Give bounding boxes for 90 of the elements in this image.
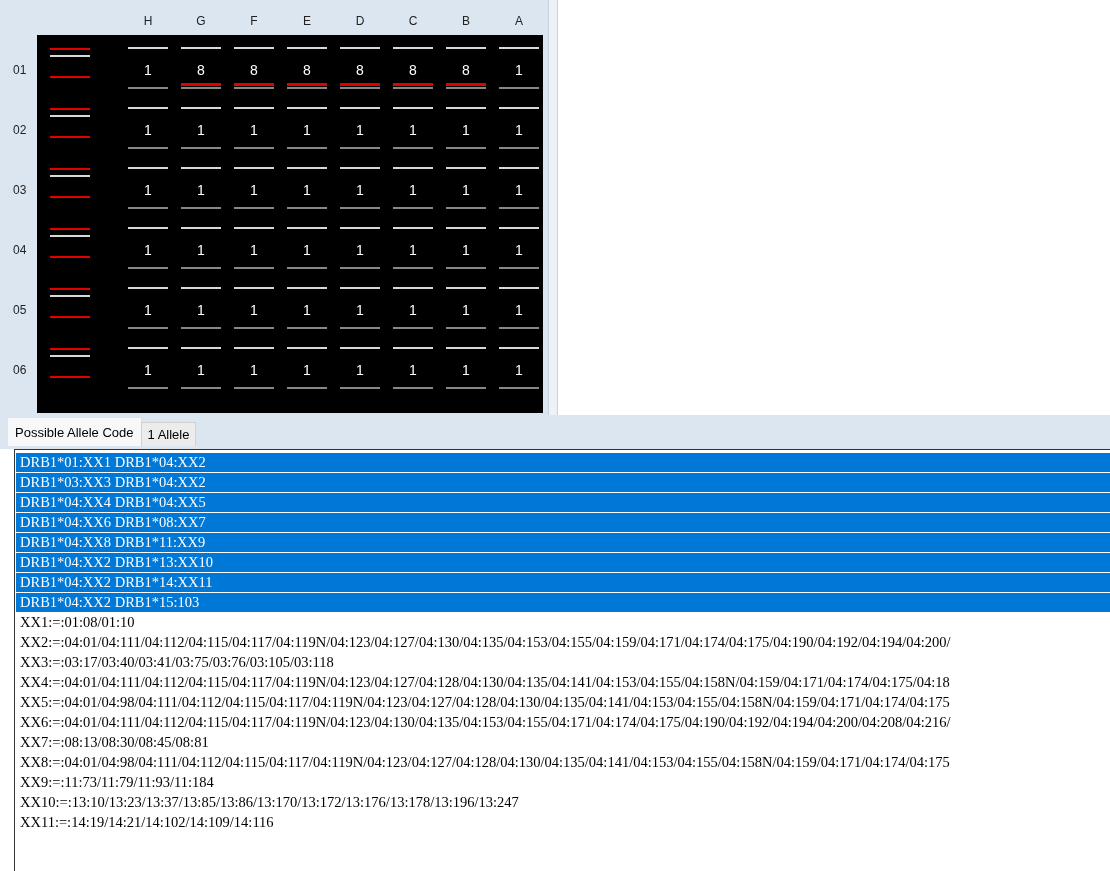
well-value: 1 [144,181,152,199]
well-value: 1 [197,301,205,319]
well-value: 1 [356,301,364,319]
well-value: 1 [303,301,311,319]
allele-list[interactable] [14,449,1110,871]
well-value: 1 [197,361,205,379]
list-item[interactable]: XX10:=:13:10/13:23/13:37/13:85/13:86/13:170/13:172/13:176/13:178/13:196/13:247 [16,793,1110,812]
list-item[interactable]: DRB1*04:XX8 DRB1*11:XX9 [16,533,1110,552]
column-header: F [249,13,259,28]
list-item[interactable]: DRB1*04:XX2 DRB1*15:103 [16,593,1110,612]
tab[interactable]: Possible Allele Code [8,418,141,446]
well-value: 1 [409,121,417,139]
list-item[interactable]: DRB1*04:XX6 DRB1*08:XX7 [16,513,1110,532]
well-value: 1 [409,181,417,199]
well-value: 1 [144,61,152,79]
row-label: 05 [13,303,27,317]
row-label: 06 [13,363,27,377]
ladder-drawing [50,348,90,378]
list-item[interactable]: DRB1*04:XX4 DRB1*04:XX5 [16,493,1110,512]
row-label: 01 [13,63,27,77]
list-item[interactable]: XX4:=:04:01/04:111/04:112/04:115/04:117/04:119N/04:123/04:127/04:128/04:130/04:135/04:141/04:153/04:155/04:158N/04:159/04:171/04:174/04:175/04:18 [16,673,1110,692]
well-value: 1 [515,61,523,79]
well-value: 1 [515,181,523,199]
column-header: C [407,13,419,28]
list-item[interactable]: XX7:=:08:13/08:30/08:45/08:81 [16,733,1110,752]
list-item[interactable]: XX5:=:04:01/04:98/04:111/04:112/04:115/04:117/04:119N/04:123/04:127/04:128/04:130/04:135/04:141/04:153/04:155/04:158N/04:159/04:171/04:174/04:175 [16,693,1110,712]
column-header: B [461,13,471,28]
ladder-drawing [50,108,90,138]
well-value: 1 [409,241,417,259]
well-value: 1 [197,121,205,139]
ladder-drawing [50,168,90,198]
well-value: 1 [197,181,205,199]
well-value: 1 [515,301,523,319]
well-value: 1 [303,181,311,199]
row-label: 03 [13,183,27,197]
well-value: 1 [356,361,364,379]
list-item[interactable]: XX8:=:04:01/04:98/04:111/04:112/04:115/04:117/04:119N/04:123/04:127/04:128/04:130/04:135/04:141/04:153/04:155/04:158N/04:159/04:171/04:174/04:175 [16,753,1110,772]
tab[interactable]: 1 Allele [140,422,197,446]
ladder-drawing [50,288,90,318]
well-value: 1 [197,241,205,259]
list-item[interactable]: DRB1*04:XX2 DRB1*14:XX11 [16,573,1110,592]
well-value: 1 [462,361,470,379]
well-value: 8 [409,61,417,79]
well-value: 1 [356,241,364,259]
well-value: 1 [250,361,258,379]
well-value: 1 [356,181,364,199]
column-header: H [142,13,154,28]
list-item[interactable]: XX1:=:01:08/01:10 [16,613,1110,632]
well-value: 1 [462,121,470,139]
well-value: 8 [250,61,258,79]
well-value: 1 [515,361,523,379]
well-value: 1 [250,181,258,199]
list-item[interactable]: XX9:=:11:73/11:79/11:93/11:184 [16,773,1110,792]
well-value: 1 [356,121,364,139]
list-item[interactable]: DRB1*03:XX3 DRB1*04:XX2 [16,473,1110,492]
well-value: 1 [250,301,258,319]
column-header: G [195,13,207,28]
well-value: 1 [144,121,152,139]
well-value: 1 [462,241,470,259]
column-header: E [302,13,312,28]
well-value: 8 [197,61,205,79]
well-value: 1 [144,241,152,259]
list-item[interactable]: XX6:=:04:01/04:111/04:112/04:115/04:117/04:119N/04:123/04:130/04:135/04:153/04:155/04:171/04:174/04:175/04:190/04:192/04:194/04:200/04:208/04:216/ [16,713,1110,732]
well-value: 1 [409,301,417,319]
well-value: 1 [515,241,523,259]
well-value: 1 [462,301,470,319]
row-label: 02 [13,123,27,137]
column-header: A [514,13,524,28]
row-label: 04 [13,243,27,257]
list-item[interactable]: XX3:=:03:17/03:40/03:41/03:75/03:76/03:105/03:118 [16,653,1110,672]
well-value: 1 [303,241,311,259]
column-header: D [354,13,366,28]
list-item[interactable]: XX2:=:04:01/04:111/04:112/04:115/04:117/04:119N/04:123/04:127/04:130/04:135/04:153/04:155/04:159/04:171/04:174/04:175/04:190/04:192/04:194/04:200/ [16,633,1110,652]
well-value: 1 [462,181,470,199]
well-value: 1 [144,361,152,379]
well-value: 1 [250,241,258,259]
list-item[interactable]: XX11:=:14:19/14:21/14:102/14:109/14:116 [16,813,1110,832]
ladder-drawing [50,48,90,78]
well-value: 8 [303,61,311,79]
well-value: 8 [356,61,364,79]
well-value: 1 [515,121,523,139]
ladder-drawing [50,228,90,258]
well-value: 1 [250,121,258,139]
well-value: 1 [303,121,311,139]
well-value: 1 [144,301,152,319]
well-value: 1 [409,361,417,379]
well-value: 8 [462,61,470,79]
list-item[interactable]: DRB1*01:XX1 DRB1*04:XX2 [16,453,1110,472]
well-value: 1 [303,361,311,379]
list-item[interactable]: DRB1*04:XX2 DRB1*13:XX10 [16,553,1110,572]
